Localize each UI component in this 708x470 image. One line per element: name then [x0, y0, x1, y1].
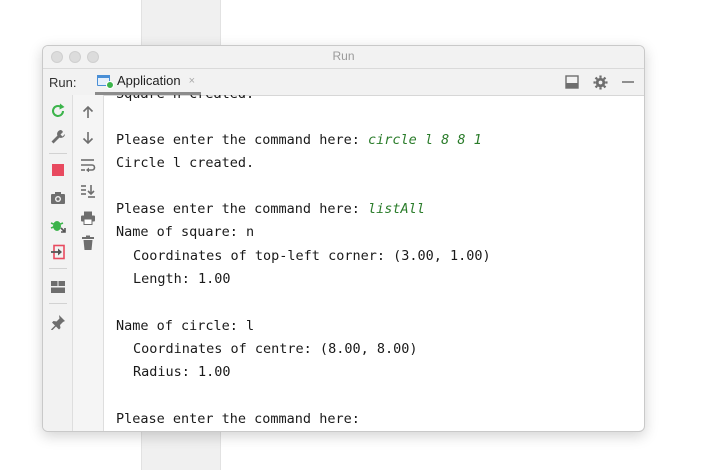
prompt-text: Please enter the command here: — [116, 132, 368, 148]
debug-bug-icon[interactable] — [50, 217, 66, 233]
console-line: Please enter the command here: — [116, 411, 360, 427]
console-toolbar — [73, 95, 104, 431]
console-line: Name of circle: l — [116, 318, 255, 334]
title-bar: Run — [43, 46, 644, 69]
scroll-to-end-icon[interactable] — [80, 183, 96, 199]
stop-icon[interactable] — [50, 162, 66, 178]
pin-icon[interactable] — [50, 314, 66, 330]
console-line: Radius: 1.00 — [133, 364, 231, 380]
trash-icon[interactable] — [80, 235, 96, 251]
rerun-icon[interactable] — [50, 103, 66, 119]
run-tab-bar: Run: Application × — [43, 69, 644, 96]
close-icon[interactable]: × — [189, 75, 195, 87]
minimize-icon[interactable] — [620, 74, 636, 90]
console-line: Coordinates of top-left corner: (3.00, 1… — [133, 248, 491, 264]
exit-icon[interactable] — [50, 244, 66, 260]
layout-toggle-icon[interactable] — [564, 74, 580, 90]
tab-toolbar — [564, 74, 636, 90]
prompt-text: Please enter the command here: — [116, 201, 368, 217]
command-text: circle l 8 8 1 — [367, 132, 482, 148]
tab-application[interactable]: Application × — [95, 69, 202, 95]
console-line: Please enter the command here: circle l … — [116, 129, 482, 152]
arrow-up-icon[interactable] — [80, 104, 96, 120]
console-line: Length: 1.00 — [133, 271, 231, 287]
console-line: Square n created. — [116, 95, 254, 106]
console-output[interactable]: Square n created. Please enter the comma… — [104, 95, 644, 431]
run-label: Run: — [49, 75, 77, 90]
layout-icon[interactable] — [50, 279, 66, 295]
camera-icon[interactable] — [50, 190, 66, 206]
arrow-down-icon[interactable] — [80, 130, 96, 146]
left-toolbar — [43, 95, 73, 431]
application-icon — [97, 74, 114, 89]
gear-icon[interactable] — [592, 74, 608, 90]
command-text: listAll — [367, 201, 425, 217]
print-icon[interactable] — [80, 210, 96, 226]
console-line: Coordinates of centre: (8.00, 8.00) — [133, 341, 418, 357]
run-window: Run Run: Application × Please enter the … — [42, 45, 645, 432]
soft-wrap-icon[interactable] — [80, 157, 96, 173]
console-line: Name of square: n — [116, 224, 255, 240]
tab-label: Application — [117, 73, 181, 88]
console-line: Please enter the command here: listAll — [116, 198, 425, 221]
window-title: Run — [332, 49, 355, 63]
wrench-icon[interactable] — [50, 129, 66, 145]
console-line: Circle l created. — [116, 155, 255, 171]
run-content: Square n created. Please enter the comma… — [43, 95, 644, 431]
